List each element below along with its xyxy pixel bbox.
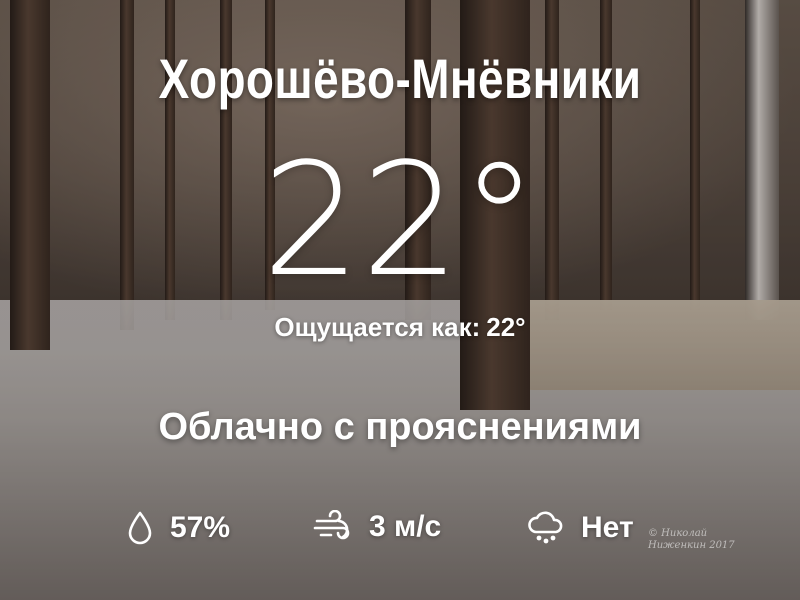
precipitation-stat: Нет — [527, 510, 634, 546]
precipitation-value: Нет — [581, 511, 634, 544]
humidity-value: 57% — [170, 511, 231, 544]
rain-cloud-icon — [527, 510, 565, 546]
weather-condition: Облачно с прояснениями — [158, 406, 642, 448]
feels-like-label: Ощущается как: — [274, 312, 481, 342]
wind-value: 3 м/с — [369, 510, 442, 543]
droplet-icon — [126, 510, 154, 546]
feels-like: Ощущается как: 22° — [0, 312, 800, 343]
wind-stat: 3 м/с — [313, 510, 441, 544]
watermark-line1: © Николай — [648, 528, 708, 539]
humidity-stat: 57% — [126, 510, 230, 546]
feels-like-value: 22° — [486, 312, 526, 342]
wind-icon — [313, 510, 353, 544]
photo-watermark: © Николай Ниженкин 2017 — [648, 528, 788, 552]
location-title: Хорошёво-Мнёвники — [158, 47, 642, 110]
weather-card: Хорошёво-Мнёвники 22° Ощущается как: 22° … — [0, 0, 800, 600]
temperature-value: 22° — [261, 129, 539, 311]
watermark-line2: Ниженкин 2017 — [648, 540, 735, 551]
